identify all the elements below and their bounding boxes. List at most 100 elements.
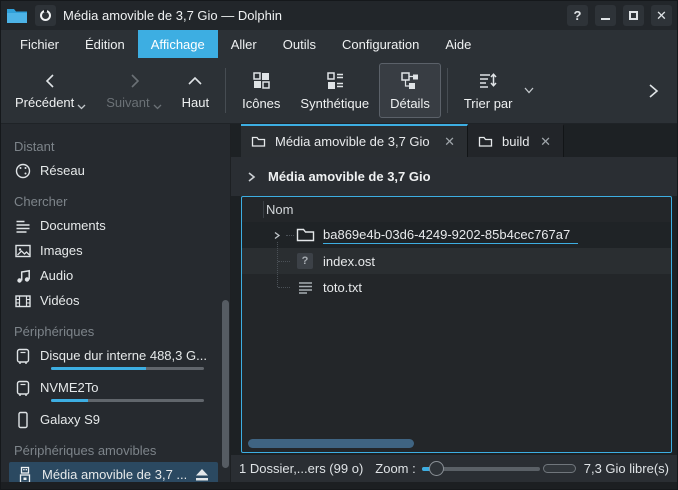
close-button[interactable]: ✕ [651, 5, 672, 26]
sidebar-item-label: Audio [40, 268, 73, 283]
folder-icon [295, 226, 315, 244]
file-view[interactable]: Nom ba869e4b-03d6-4249-9202-85b4cec767a7 [241, 196, 672, 453]
tab-label: build [502, 134, 529, 149]
disk-usage-bar [51, 367, 204, 370]
tab-build[interactable]: build ✕ [468, 124, 564, 157]
horizontal-scrollbar[interactable] [248, 439, 414, 448]
main-pane: Média amovible de 3,7 Gio ✕ build ✕ [231, 124, 677, 482]
file-name[interactable]: toto.txt [323, 280, 362, 295]
sidebar-item-galaxy-s9[interactable]: Galaxy S9 [1, 407, 230, 432]
section-distant: Distant [1, 134, 230, 158]
hard-drive-icon [13, 346, 32, 365]
back-label: Précédent [15, 95, 74, 110]
music-note-icon [13, 266, 32, 285]
tab-media-amovible[interactable]: Média amovible de 3,7 Gio ✕ [241, 124, 468, 157]
file-name[interactable]: index.ost [323, 254, 375, 269]
minimize-icon [601, 18, 610, 20]
tab-close-icon[interactable]: ✕ [442, 134, 457, 150]
toolbar-separator [225, 68, 226, 113]
menu-configuration[interactable]: Configuration [329, 30, 432, 58]
help-button[interactable]: ? [567, 5, 588, 26]
sidebar-item-label: Média amovible de 3,7 ... [42, 467, 186, 482]
sidebar-item-audio[interactable]: Audio [1, 263, 230, 288]
icons-view-button[interactable]: Icônes [232, 58, 290, 123]
up-button[interactable]: Haut [172, 58, 219, 123]
details-view-button[interactable]: Détails [379, 63, 441, 118]
column-divider [263, 201, 264, 218]
sidebar-item-images[interactable]: Images [1, 238, 230, 263]
breadcrumb: Média amovible de 3,7 Gio [231, 157, 677, 196]
menu-aller[interactable]: Aller [218, 30, 270, 58]
sidebar-item-label: Réseau [40, 163, 85, 178]
file-row-folder[interactable]: ba869e4b-03d6-4249-9202-85b4cec767a7 [242, 222, 671, 248]
details-view-label: Détails [390, 96, 430, 111]
file-row-index-ost[interactable]: ? index.ost [242, 248, 671, 274]
forward-label: Suivant [106, 95, 149, 110]
menu-affichage[interactable]: Affichage [138, 30, 218, 58]
menu-fichier[interactable]: Fichier [7, 30, 72, 58]
sidebar-item-nvme2to[interactable]: NVME2To [1, 375, 230, 407]
zoom-slider-knob[interactable] [429, 461, 444, 476]
icons-view-icon [250, 70, 272, 92]
sidebar-item-media-amovible[interactable]: Média amovible de 3,7 ... [9, 462, 218, 482]
removable-media-window-icon[interactable] [35, 5, 56, 26]
menu-edition[interactable]: Édition [72, 30, 138, 58]
column-header-label: Nom [266, 202, 293, 217]
expander-chevron-icon[interactable] [268, 231, 286, 240]
file-name[interactable]: ba869e4b-03d6-4249-9202-85b4cec767a7 [323, 227, 578, 244]
forward-button[interactable]: Suivant [96, 58, 171, 123]
menu-aide[interactable]: Aide [432, 30, 484, 58]
column-header-nom[interactable]: Nom [242, 197, 671, 222]
sidebar-scrollbar[interactable] [222, 300, 229, 468]
hard-drive-icon [13, 378, 32, 397]
minimize-button[interactable] [595, 5, 616, 26]
sidebar-item-reseau[interactable]: Réseau [1, 158, 230, 183]
sidebar-item-videos[interactable]: Vidéos [1, 288, 230, 313]
folder-icon [251, 135, 266, 148]
chevron-right-icon[interactable] [247, 171, 257, 183]
details-view-icon [399, 70, 421, 92]
icons-view-label: Icônes [242, 96, 280, 111]
sidebar-item-label: Documents [40, 218, 106, 233]
image-icon [13, 241, 32, 260]
sort-caret-down-icon[interactable] [524, 87, 534, 94]
breadcrumb-location[interactable]: Média amovible de 3,7 Gio [268, 169, 431, 184]
chevron-left-icon [41, 71, 61, 91]
tree-branch-line [278, 287, 290, 288]
tree-branch-line [277, 242, 278, 287]
file-row-toto-txt[interactable]: toto.txt [242, 274, 671, 300]
section-peripheriques: Périphériques [1, 319, 230, 343]
up-label: Haut [182, 95, 209, 110]
sort-icon [477, 70, 499, 92]
toolbar: Précédent Suivant Haut [1, 58, 677, 124]
zoom-label: Zoom : [375, 461, 415, 476]
tree-branch-line [286, 235, 294, 236]
tab-close-icon[interactable]: ✕ [538, 134, 553, 150]
sort-by-button[interactable]: Trier par [454, 58, 523, 123]
tab-bar: Média amovible de 3,7 Gio ✕ build ✕ [231, 124, 677, 157]
document-lines-icon [13, 216, 32, 235]
zoom-slider[interactable] [422, 460, 540, 477]
window-title: Média amovible de 3,7 Gio — Dolphin [63, 8, 560, 23]
back-button[interactable]: Précédent [5, 58, 96, 123]
tree-branch-line [278, 261, 290, 262]
menubar: Fichier Édition Affichage Aller Outils C… [1, 30, 677, 58]
chevron-right-icon [124, 71, 144, 91]
toolbar-separator [447, 68, 448, 113]
chevron-right-icon [645, 82, 661, 100]
eject-icon[interactable] [194, 468, 210, 482]
section-peripheriques-amovibles: Périphériques amovibles [1, 438, 230, 462]
maximize-button[interactable] [623, 5, 644, 26]
dolphin-window: Média amovible de 3,7 Gio — Dolphin ? ✕ … [0, 0, 678, 490]
film-icon [13, 291, 32, 310]
sidebar-item-documents[interactable]: Documents [1, 213, 230, 238]
window-bottom-edge [1, 482, 677, 489]
menu-outils[interactable]: Outils [270, 30, 329, 58]
titlebar: Média amovible de 3,7 Gio — Dolphin ? ✕ [1, 1, 677, 30]
sidebar-item-disque-dur-interne[interactable]: Disque dur interne 488,3 G... [1, 343, 230, 375]
sort-by-label: Trier par [464, 96, 513, 111]
text-file-icon [295, 278, 315, 296]
sidebar-item-label: Disque dur interne 488,3 G... [40, 348, 207, 363]
toolbar-overflow-button[interactable] [633, 76, 673, 106]
compact-view-button[interactable]: Synthétique [290, 58, 379, 123]
